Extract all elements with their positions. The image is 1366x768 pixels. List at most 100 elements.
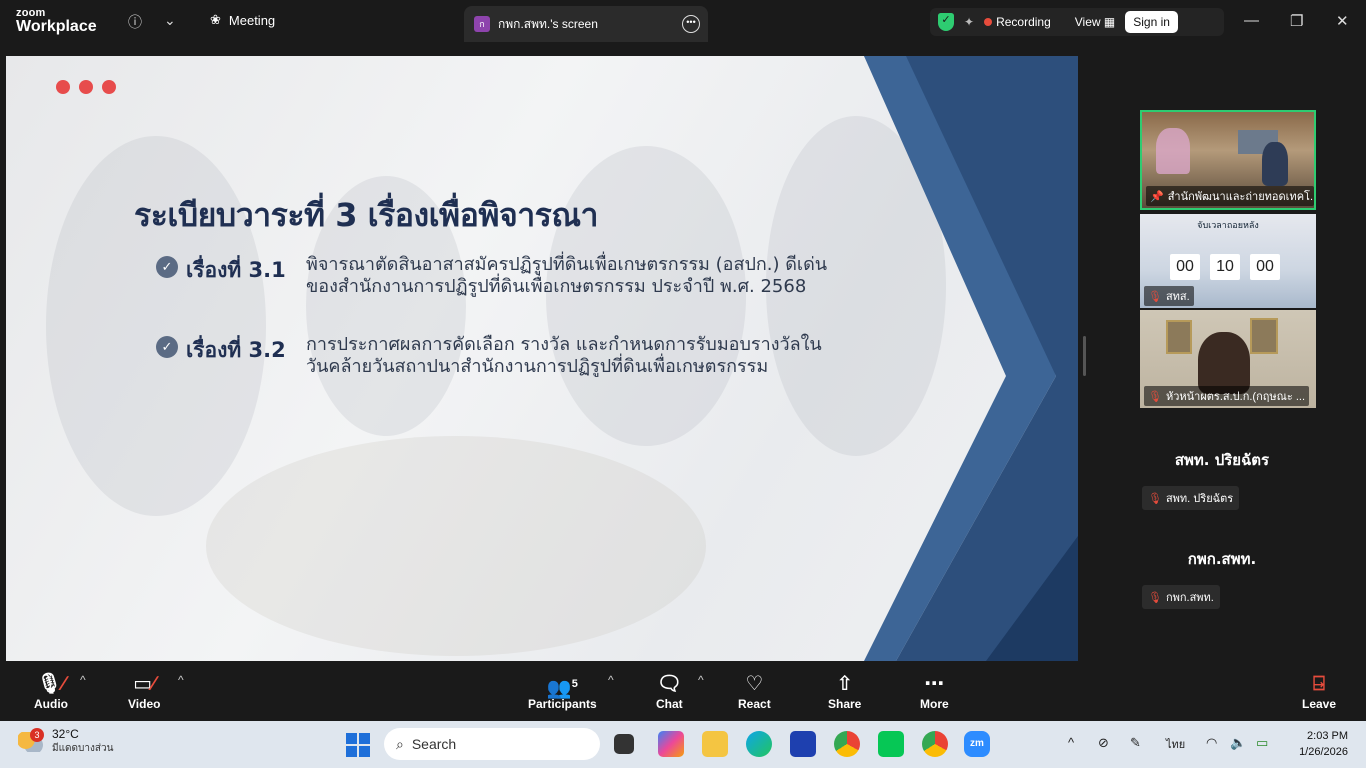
security-shield-icon[interactable]: ✓	[938, 13, 954, 31]
participants-options-chevron-icon[interactable]: ^	[608, 673, 614, 687]
edge-browser-icon[interactable]	[746, 731, 772, 757]
more-dots-icon: ⋯	[924, 673, 945, 695]
wifi-icon[interactable]: ◠	[1206, 735, 1217, 751]
show-hidden-icons-chevron-icon[interactable]: ^	[1068, 735, 1074, 750]
leave-door-icon: ⍈	[1313, 673, 1326, 695]
participant-name-tag[interactable]: 🎙 กพก.สพท.	[1142, 585, 1220, 609]
view-button[interactable]: View ▦	[1075, 15, 1115, 29]
participant-name-tag[interactable]: 🎙 สพท. ปริยฉัตร	[1142, 486, 1240, 510]
zoom-title-bar: zoom Workplace ⓘ ⌄ ❀ Meeting ก กพก.สพท.'…	[0, 0, 1366, 46]
participant-display-name: สพท. ปริยฉัตร	[1174, 451, 1270, 469]
shared-screen-label: กพก.สพท.'s screen	[498, 16, 598, 31]
agenda-item-text: การประกาศผลการคัดเลือก รางวัล และกำหนดกา…	[306, 334, 906, 378]
copilot-icon[interactable]	[658, 731, 684, 757]
taskbar-search[interactable]: ⌕ Search	[384, 728, 600, 760]
agenda-item-line: การประกาศผลการคัดเลือก รางวัล และกำหนดกา…	[306, 334, 822, 355]
brand-line2: Workplace	[16, 18, 97, 35]
weather-temp: 32°C	[52, 727, 79, 741]
chat-button[interactable]: 🗨 Chat	[656, 671, 683, 711]
line-app-icon[interactable]	[878, 731, 904, 757]
recording-label: Recording	[996, 15, 1051, 29]
check-badge-icon: ✓	[156, 336, 178, 358]
taskbar-clock[interactable]: 2:03 PM 1/26/2026	[1286, 728, 1348, 760]
tile-name-tag: 🎙 สทส.	[1144, 286, 1194, 306]
chrome-profile-icon[interactable]	[922, 731, 948, 757]
react-label: React	[738, 697, 771, 711]
participant-name: กพก.สพท.	[1165, 592, 1214, 604]
battery-charging-icon[interactable]: ▭	[1256, 735, 1268, 751]
chrome-icon[interactable]	[834, 731, 860, 757]
agenda-item-text: พิจารณาตัดสินอาสาสมัครปฏิรูปที่ดินเพื่อเ…	[306, 254, 906, 298]
participant-name: สำนักพัฒนาและถ่ายทอดเทคโ...	[1167, 191, 1314, 203]
clock-date: 1/26/2026	[1299, 746, 1348, 758]
mic-muted-icon: 🎙	[1148, 492, 1162, 505]
more-label: More	[920, 697, 949, 711]
timer-minutes: 10	[1210, 254, 1240, 280]
input-language[interactable]: ไทย	[1166, 735, 1185, 753]
meeting-tab-label: Meeting	[228, 12, 276, 28]
store-icon[interactable]	[790, 731, 816, 757]
agenda-item: ✓ เรื่องที่ 3.1 พิจารณาตัดสินอาสาสมัครปฏ…	[156, 254, 906, 298]
chevron-down-icon[interactable]: ⌄	[164, 12, 176, 29]
agenda-item-line: วันคล้ายวันสถาปนาสำนักงานการปฏิรูปที่ดิน…	[306, 356, 769, 377]
weather-widget[interactable]: 3 32°C มีแดดบางส่วน	[18, 727, 113, 756]
agenda-item: ✓ เรื่องที่ 3.2 การประกาศผลการคัดเลือก ร…	[156, 334, 906, 378]
task-view-icon[interactable]	[614, 734, 634, 754]
video-options-chevron-icon[interactable]: ^	[178, 673, 184, 687]
mic-off-icon: 🎙∕	[36, 673, 66, 695]
share-screen-icon: ⇧	[836, 673, 854, 695]
mic-muted-icon: 🎙	[1148, 390, 1162, 403]
partly-sunny-icon: 3	[18, 727, 44, 752]
leave-label: Leave	[1302, 697, 1337, 711]
participant-name: หัวหน้าผตร.ส.ป.ก.(กฤษณะ ...	[1165, 391, 1305, 403]
close-icon[interactable]: ✕	[1336, 12, 1349, 30]
share-button[interactable]: ⇧ Share	[828, 671, 861, 711]
leave-button[interactable]: ⍈ Leave	[1302, 671, 1336, 711]
meeting-status-group: ✓ ✦ Recording View ▦ Sign in	[930, 8, 1224, 36]
video-tile[interactable]: 📌 สำนักพัฒนาและถ่ายทอดเทคโ...	[1140, 110, 1316, 210]
video-tile[interactable]: 🎙 หัวหน้าผตร.ส.ป.ก.(กฤษณะ ...	[1140, 310, 1316, 408]
chat-label: Chat	[656, 697, 683, 711]
video-tile[interactable]: จับเวลาถอยหลัง 00 10 00 🎙 สทส.	[1140, 214, 1316, 308]
participants-button[interactable]: 👥5 Participants	[528, 671, 597, 711]
record-dot-icon	[984, 18, 993, 26]
zoom-app-icon[interactable]: zm	[964, 731, 990, 757]
volume-muted-icon[interactable]: 🔈	[1230, 735, 1246, 751]
audio-button[interactable]: 🎙∕ Audio	[34, 671, 68, 711]
zoom-logo: zoom Workplace	[16, 8, 97, 35]
chat-options-chevron-icon[interactable]: ^	[698, 673, 704, 687]
sync-off-icon[interactable]: ⊘	[1098, 735, 1109, 751]
react-button[interactable]: ♡ React	[738, 671, 771, 711]
audio-options-chevron-icon[interactable]: ^	[80, 673, 86, 687]
more-options-icon[interactable]: •••	[682, 15, 700, 33]
participant-name: สพท. ปริยฉัตร	[1165, 493, 1234, 505]
participants-icon: 👥5	[546, 677, 578, 700]
file-explorer-icon[interactable]	[702, 731, 728, 757]
check-badge-icon: ✓	[156, 256, 178, 278]
search-placeholder: Search	[411, 736, 457, 752]
windows-taskbar: 3 32°C มีแดดบางส่วน ⌕ Search zm ^ ⊘ ✎ ไท…	[0, 721, 1366, 768]
slide-title: ระเบียบวาระที่ 3 เรื่องเพื่อพิจารณา	[134, 196, 599, 234]
participants-count: 5	[571, 678, 578, 690]
more-button[interactable]: ⋯ More	[920, 671, 949, 711]
meeting-tab[interactable]: ❀ Meeting	[210, 12, 275, 28]
video-button[interactable]: ▭∕ Video	[128, 671, 160, 711]
recording-indicator[interactable]: Recording	[984, 15, 1051, 29]
agenda-item-label: เรื่องที่ 3.1	[186, 258, 286, 282]
shared-screen-tab[interactable]: ก กพก.สพท.'s screen •••	[464, 6, 708, 42]
minimize-icon[interactable]: —	[1244, 12, 1259, 29]
participant-name: สทส.	[1165, 291, 1190, 303]
paw-icon: ❀	[210, 12, 221, 27]
search-icon: ⌕	[396, 735, 404, 752]
sharer-avatar: ก	[474, 16, 490, 32]
sign-in-button[interactable]: Sign in	[1125, 11, 1178, 33]
pen-icon[interactable]: ✎	[1130, 735, 1141, 751]
windows-start-icon[interactable]	[346, 733, 370, 757]
ai-sparkle-icon[interactable]: ✦	[964, 15, 974, 29]
timer-seconds: 00	[1250, 254, 1280, 280]
info-icon[interactable]: ⓘ	[128, 12, 142, 32]
restore-icon[interactable]: ❐	[1290, 12, 1303, 30]
gallery-resize-handle[interactable]	[1083, 336, 1086, 376]
heart-icon: ♡	[745, 673, 764, 695]
weather-badge: 3	[30, 727, 44, 742]
